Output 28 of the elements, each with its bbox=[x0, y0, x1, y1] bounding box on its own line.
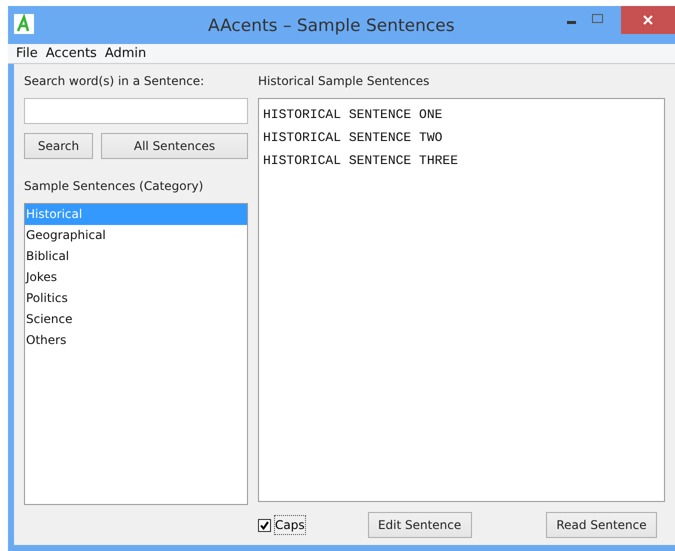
category-label: Sample Sentences (Category) bbox=[24, 178, 204, 195]
search-button[interactable]: Search bbox=[24, 133, 93, 159]
category-item[interactable]: Geographical bbox=[25, 225, 247, 246]
close-button[interactable] bbox=[621, 6, 675, 34]
edit-sentence-button[interactable]: Edit Sentence bbox=[368, 512, 472, 538]
window-title: AAcents – Sample Sentences bbox=[208, 15, 455, 38]
search-field[interactable] bbox=[24, 98, 248, 124]
close-icon bbox=[643, 15, 653, 25]
sentence-line: HISTORICAL SENTENCE TWO bbox=[263, 129, 444, 147]
sentence-line: HISTORICAL SENTENCE THREE bbox=[263, 152, 460, 170]
sentences-label: Historical Sample Sentences bbox=[258, 73, 430, 90]
category-item[interactable]: Jokes bbox=[25, 267, 247, 288]
read-sentence-button[interactable]: Read Sentence bbox=[546, 512, 657, 538]
search-label: Search word(s) in a Sentence: bbox=[24, 73, 206, 90]
maximize-icon[interactable] bbox=[592, 14, 603, 23]
caps-label: Caps bbox=[274, 515, 306, 535]
menu-item[interactable]: Admin bbox=[104, 44, 146, 64]
category-item[interactable]: Biblical bbox=[25, 246, 247, 267]
category-item[interactable]: Science bbox=[25, 309, 247, 330]
category-item[interactable]: Others bbox=[25, 330, 247, 351]
all-sentences-button[interactable]: All Sentences bbox=[101, 133, 248, 159]
sentence-line: HISTORICAL SENTENCE ONE bbox=[263, 106, 444, 124]
menu-item[interactable]: Accents bbox=[46, 44, 97, 64]
app-logo-icon bbox=[14, 14, 34, 34]
check-icon bbox=[260, 520, 269, 530]
category-item[interactable]: Politics bbox=[25, 288, 247, 309]
caps-checkbox[interactable] bbox=[258, 518, 271, 532]
menu-item[interactable]: File bbox=[16, 44, 38, 64]
